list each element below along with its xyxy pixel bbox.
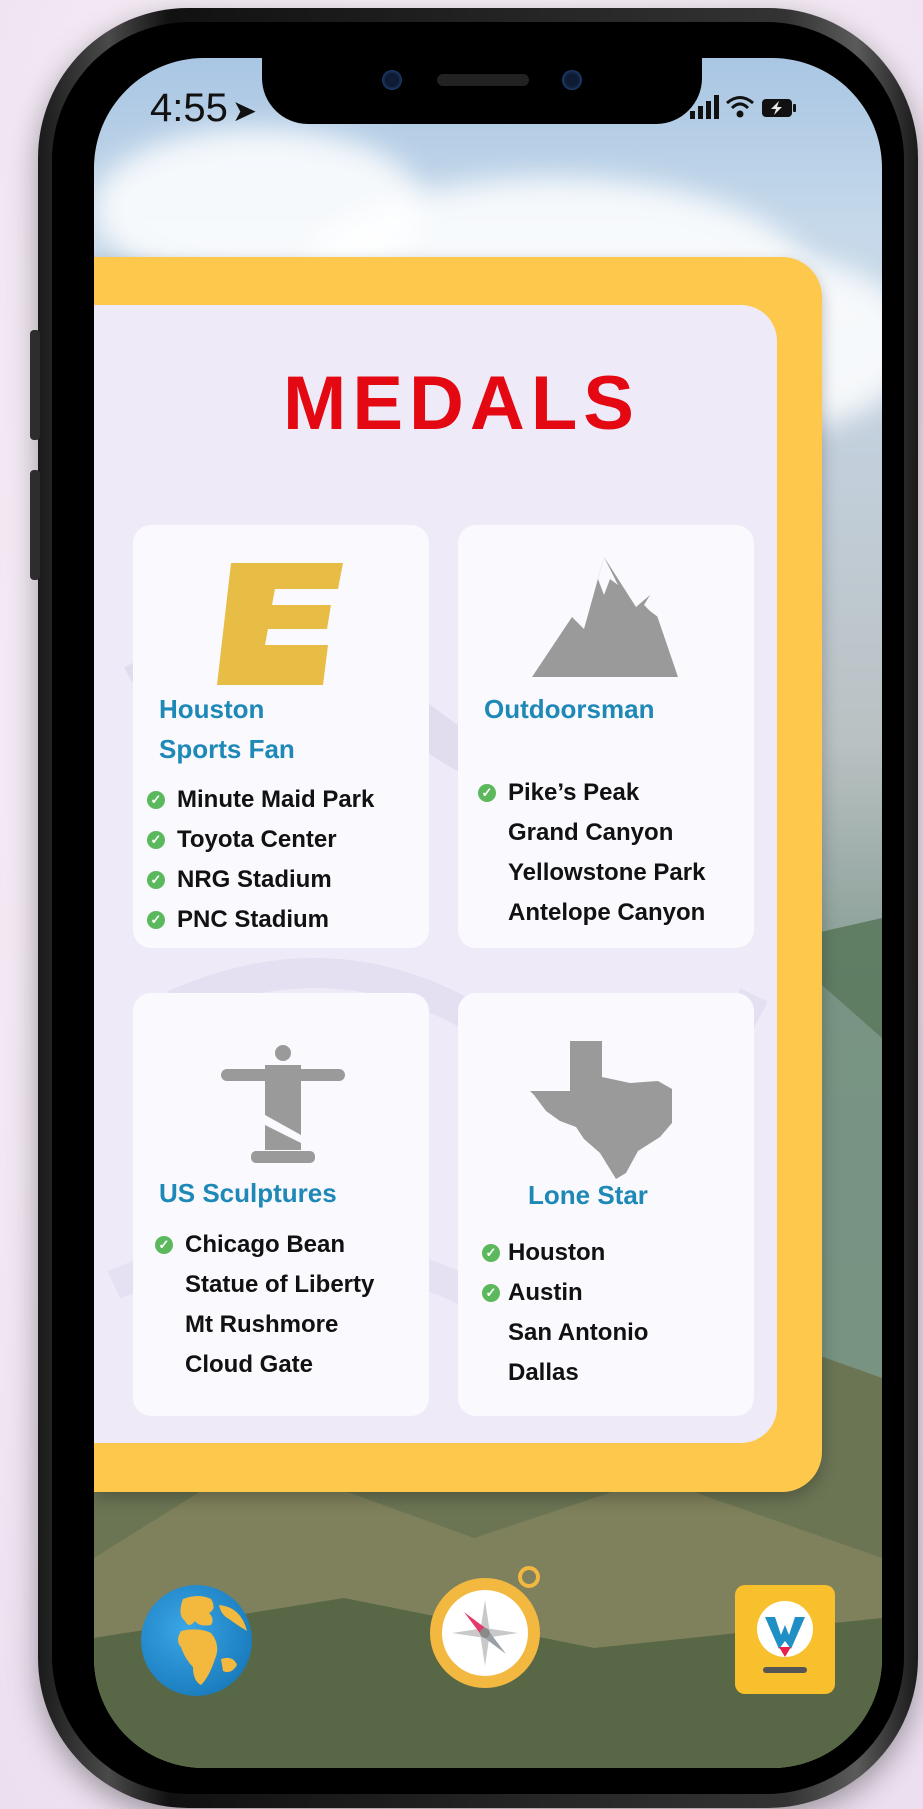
list-item: ✓ Minute Maid Park [147,780,374,820]
check-circle-icon: ✓ [147,791,165,809]
compass-icon[interactable] [430,1566,540,1688]
time-text: 4:55 [150,86,228,130]
list-item: ✓ Toyota Center [147,820,374,860]
medals-title: MEDALS [283,361,640,446]
item-label: Mt Rushmore [185,1311,339,1338]
list-item: ✓ PNC Stadium [147,900,374,940]
list-item: Mt Rushmore [155,1305,374,1345]
status-time: 4:55 ➤ [150,86,257,131]
w-app-icon[interactable] [735,1585,835,1694]
list-item: Antelope Canyon [478,893,705,933]
medal-card-outdoorsman[interactable]: Outdoorsman ✓ Pike’s Peak Grand Canyon Ye… [458,525,754,948]
checklist: ✓ Houston ✓ Austin San Antonio Dallas [482,1233,648,1393]
list-item: ✓ Austin [482,1273,648,1313]
texas-icon [530,1041,672,1179]
battery-charging-icon [762,99,796,117]
card-title: Outdoorsman [484,694,655,724]
list-item: ✓ Chicago Bean [155,1225,374,1265]
list-item: Cloud Gate [155,1345,374,1385]
item-label: Grand Canyon [508,819,674,846]
check-circle-icon: ✓ [147,911,165,929]
wifi-icon [726,96,754,118]
list-item: San Antonio [482,1313,648,1353]
list-item: Statue of Liberty [155,1265,374,1305]
speaker-grill [437,74,529,86]
status-icons [690,95,797,119]
card-title-line2: Sports Fan [159,734,295,764]
medal-card-houston-sports-fan[interactable]: Houston Sports Fan ✓ Minute Maid Park ✓ To… [133,525,429,948]
christ-statue-icon [221,1045,345,1163]
check-circle-icon: ✓ [147,871,165,889]
globe-icon[interactable] [141,1585,252,1696]
checklist: ✓ Pike’s Peak Grand Canyon Yellowstone Pa… [478,773,705,933]
item-label: PNC Stadium [177,906,330,933]
camera-left [382,70,402,90]
item-label: Austin [508,1279,583,1306]
list-item: ✓ Houston [482,1233,648,1273]
cellular-signal-icon [690,95,719,119]
list-item: ✓ NRG Stadium [147,860,374,900]
notch [262,58,702,124]
location-arrow-icon: ➤ [231,95,257,128]
check-circle-icon: ✓ [482,1244,500,1262]
checklist: ✓ Chicago Bean Statue of Liberty Mt Rushm… [155,1225,374,1385]
item-label: Pike’s Peak [508,779,640,806]
list-item: Yellowstone Park [478,853,705,893]
item-label: Antelope Canyon [508,899,706,926]
medal-card-lone-star[interactable]: Lone Star ✓ Houston ✓ Austin San Antonio D… [458,993,754,1416]
item-label: Houston [508,1239,606,1266]
espn-e-icon [217,563,343,685]
item-label: Dallas [508,1359,579,1386]
item-label: Minute Maid Park [177,786,375,813]
check-circle-icon: ✓ [155,1236,173,1254]
list-item: Dallas [482,1353,648,1393]
item-label: San Antonio [508,1319,649,1346]
item-label: Cloud Gate [185,1351,314,1378]
list-item: ✓ Pike’s Peak [478,773,705,813]
item-label: Chicago Bean [185,1231,346,1258]
card-title: US Sculptures [159,1178,337,1208]
card-title-line1: Houston [159,694,265,724]
check-circle-icon: ✓ [482,1284,500,1302]
item-label: Statue of Liberty [185,1271,375,1298]
list-item: Grand Canyon [478,813,705,853]
item-label: NRG Stadium [177,866,332,893]
check-circle-icon: ✓ [478,784,496,802]
item-label: Toyota Center [177,826,337,853]
checklist: ✓ Minute Maid Park ✓ Toyota Center ✓ NRG St… [147,780,374,940]
item-label: Yellowstone Park [508,859,706,886]
check-circle-icon: ✓ [147,831,165,849]
card-title: Lone Star [528,1180,648,1210]
volume-down-button [30,470,40,580]
camera-right [562,70,582,90]
medal-card-us-sculptures[interactable]: US Sculptures ✓ Chicago Bean Statue of Li… [133,993,429,1416]
mountain-icon [532,557,678,677]
